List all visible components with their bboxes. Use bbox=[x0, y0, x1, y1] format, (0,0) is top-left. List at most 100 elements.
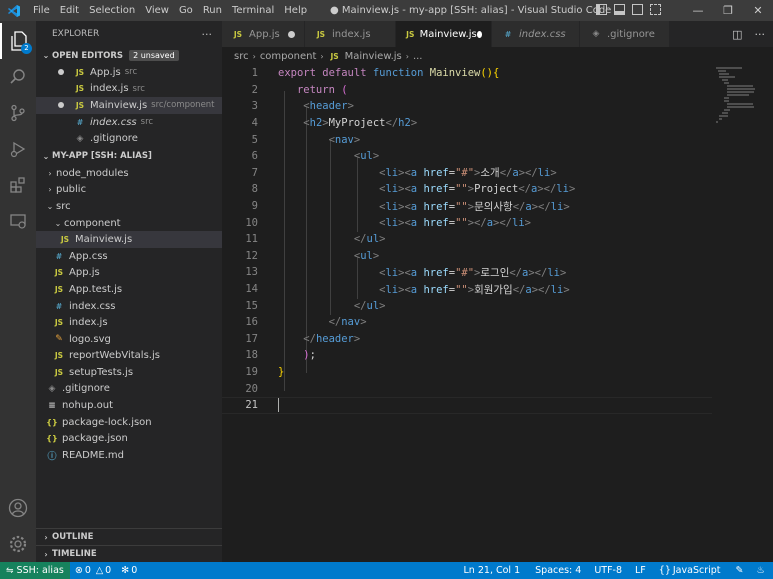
breadcrumb-item[interactable]: ... bbox=[413, 51, 423, 62]
settings-gear-icon[interactable] bbox=[0, 526, 36, 562]
ports-indicator[interactable]: ✻ 0 bbox=[116, 565, 142, 576]
menu-view[interactable]: View bbox=[140, 0, 174, 21]
explorer-icon[interactable]: 2 bbox=[0, 23, 36, 59]
open-editor-item[interactable]: JS index.js src bbox=[36, 81, 222, 98]
breadcrumb-item[interactable]: Mainview.js bbox=[345, 51, 402, 62]
restore-icon[interactable]: ❐ bbox=[713, 0, 743, 21]
code-line: 16 </nav> bbox=[222, 314, 712, 331]
more-actions-icon[interactable]: ··· bbox=[202, 28, 213, 41]
menu-edit[interactable]: Edit bbox=[55, 0, 84, 21]
menu-file[interactable]: File bbox=[28, 0, 55, 21]
timeline-header[interactable]: › TIMELINE bbox=[36, 545, 222, 562]
remote-indicator[interactable]: ⇋ SSH: alias bbox=[0, 562, 70, 579]
breadcrumb-item[interactable]: component bbox=[260, 51, 317, 62]
string: "" bbox=[455, 283, 468, 296]
project-header[interactable]: ⌄ MY-APP [SSH: ALIAS] bbox=[36, 148, 222, 165]
toggle-panel-icon[interactable] bbox=[614, 4, 625, 15]
unsaved-dot-icon[interactable] bbox=[58, 69, 64, 76]
tree-item-file[interactable]: JS App.js bbox=[36, 265, 222, 282]
open-editor-desc: src bbox=[132, 83, 145, 94]
tree-item-file[interactable]: # App.css bbox=[36, 248, 222, 265]
open-editor-item[interactable]: JS App.js src bbox=[36, 64, 222, 81]
breadcrumb-item[interactable]: src bbox=[234, 51, 249, 62]
accounts-icon[interactable] bbox=[0, 490, 36, 526]
tree-item-file[interactable]: {} package.json bbox=[36, 430, 222, 447]
tree-item-file[interactable]: ≡ nohup.out bbox=[36, 397, 222, 414]
more-actions-icon[interactable]: ··· bbox=[755, 28, 766, 41]
menu-terminal[interactable]: Terminal bbox=[227, 0, 279, 21]
ports-count: 0 bbox=[131, 565, 138, 576]
chevron-right-icon: › bbox=[405, 51, 409, 61]
toggle-sidebar-icon[interactable] bbox=[596, 4, 607, 15]
customize-layout-icon[interactable] bbox=[650, 4, 661, 15]
tab-index-css[interactable]: # index.css bbox=[492, 21, 580, 47]
tree-item-file[interactable]: ✎ logo.svg bbox=[36, 331, 222, 348]
minimap[interactable] bbox=[712, 65, 773, 562]
notifications-bell-icon[interactable]: ♨ bbox=[751, 565, 773, 576]
tab-gitignore[interactable]: ◈ .gitignore bbox=[580, 21, 670, 47]
tree-item-file[interactable]: JS reportWebVitals.js bbox=[36, 348, 222, 365]
tab-app-js[interactable]: JS App.js bbox=[222, 21, 305, 47]
problems-indicator[interactable]: ⊗ 0 △ 0 bbox=[70, 565, 116, 576]
language-mode[interactable]: {} JavaScript bbox=[654, 565, 731, 576]
code-line: 8 <li><a href="">Project</a></li> bbox=[222, 181, 712, 198]
tree-item-file[interactable]: # index.css bbox=[36, 298, 222, 315]
js-file-icon: JS bbox=[54, 268, 64, 278]
minimap-line bbox=[718, 70, 726, 72]
tree-item-file[interactable]: JS App.test.js bbox=[36, 281, 222, 298]
tag-name: li bbox=[385, 266, 399, 279]
code-editor[interactable]: 1 export default function Mainview(){ 2 … bbox=[222, 65, 773, 562]
menu-help[interactable]: Help bbox=[279, 0, 312, 21]
remote-explorer-icon[interactable] bbox=[0, 203, 36, 239]
menu-go[interactable]: Go bbox=[174, 0, 198, 21]
split-editor-icon[interactable]: ◫ bbox=[732, 28, 742, 41]
code-text: <li><a href="#">소개</a></li> bbox=[379, 167, 557, 180]
outline-header[interactable]: › OUTLINE bbox=[36, 528, 222, 545]
menu-selection[interactable]: Selection bbox=[84, 0, 140, 21]
end-of-line[interactable]: LF bbox=[630, 565, 654, 576]
open-editor-item[interactable]: # index.css src bbox=[36, 114, 222, 131]
unsaved-dot-icon[interactable] bbox=[476, 30, 482, 38]
encoding[interactable]: UTF-8 bbox=[589, 565, 630, 576]
code-text: <li><a href="">회원가입</a></li> bbox=[379, 283, 570, 296]
feedback-icon[interactable]: ✎ bbox=[731, 565, 752, 576]
tag-name: li bbox=[556, 183, 569, 196]
cursor-position[interactable]: Ln 21, Col 1 bbox=[459, 565, 531, 576]
source-control-icon[interactable] bbox=[0, 95, 36, 131]
tree-item-folder[interactable]: ⌄ src bbox=[36, 198, 222, 215]
search-icon[interactable] bbox=[0, 59, 36, 95]
function-name: Mainview bbox=[429, 67, 481, 80]
tag-name: li bbox=[537, 167, 551, 180]
indentation[interactable]: Spaces: 4 bbox=[530, 565, 589, 576]
run-debug-icon[interactable] bbox=[0, 131, 36, 167]
tree-item-file[interactable]: {} package-lock.json bbox=[36, 414, 222, 431]
open-editor-item[interactable]: ◈ .gitignore bbox=[36, 130, 222, 147]
error-icon: ⊗ bbox=[74, 565, 83, 576]
tree-item-folder[interactable]: ⌄ component bbox=[36, 215, 222, 232]
js-file-icon: JS bbox=[330, 51, 339, 61]
tree-item-label: setupTests.js bbox=[69, 366, 134, 378]
tree-item-file[interactable]: ⓘ README.md bbox=[36, 447, 222, 464]
toggle-secondary-sidebar-icon[interactable] bbox=[632, 4, 643, 15]
chevron-down-icon: ⌄ bbox=[54, 218, 62, 228]
open-editors-header[interactable]: ⌄ OPEN EDITORS 2 unsaved bbox=[36, 47, 222, 64]
tree-item-file[interactable]: ◈ .gitignore bbox=[36, 381, 222, 398]
tag-name: header bbox=[309, 100, 348, 113]
minimize-icon[interactable]: — bbox=[683, 0, 713, 21]
close-icon[interactable]: ✕ bbox=[743, 0, 773, 21]
gitignore-file-icon: ◈ bbox=[76, 133, 84, 144]
tree-item-file[interactable]: JS index.js bbox=[36, 314, 222, 331]
extensions-icon[interactable] bbox=[0, 167, 36, 203]
unsaved-dot-icon[interactable] bbox=[288, 30, 295, 38]
code-line: 1 export default function Mainview(){ bbox=[222, 65, 712, 82]
tab-mainview-js[interactable]: JS Mainview.js bbox=[396, 21, 492, 47]
tree-item-file-active[interactable]: JS Mainview.js bbox=[36, 231, 222, 248]
open-editor-item-active[interactable]: JS Mainview.js src/component bbox=[36, 97, 222, 114]
js-file-icon: JS bbox=[233, 29, 243, 39]
tree-item-file[interactable]: JS setupTests.js bbox=[36, 364, 222, 381]
unsaved-dot-icon[interactable] bbox=[58, 102, 64, 109]
tab-index-js[interactable]: JS index.js bbox=[305, 21, 396, 47]
menu-run[interactable]: Run bbox=[198, 0, 227, 21]
tree-item-folder[interactable]: › node_modules bbox=[36, 165, 222, 182]
tree-item-folder[interactable]: › public bbox=[36, 182, 222, 199]
